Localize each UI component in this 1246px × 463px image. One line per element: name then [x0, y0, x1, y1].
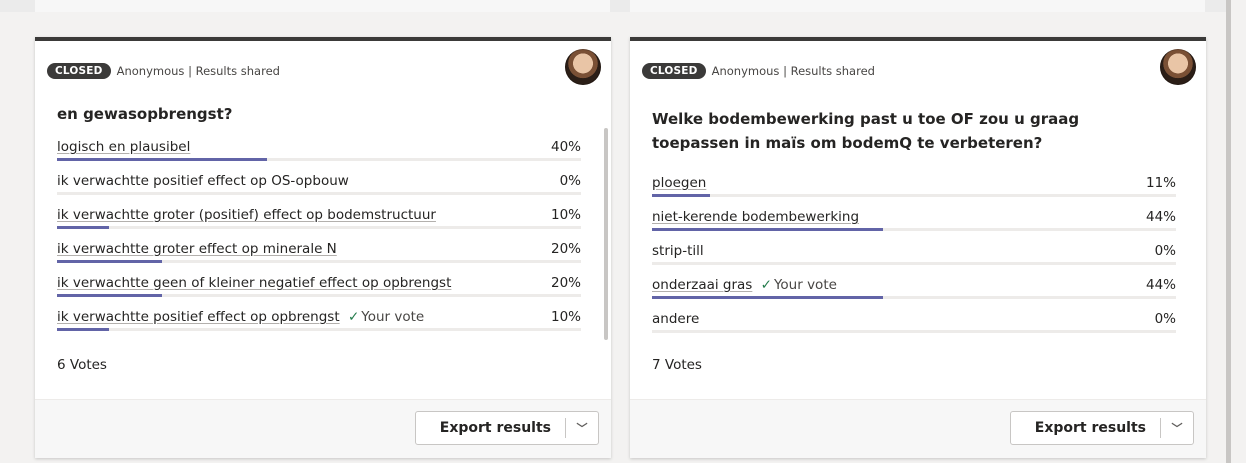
- avatar[interactable]: [1160, 49, 1196, 85]
- checkmark-icon: ✓: [347, 309, 360, 325]
- poll-option: ik verwachtte groter (positief) effect o…: [57, 200, 581, 234]
- option-percentage: 20%: [550, 241, 581, 257]
- option-percentage: 20%: [550, 275, 581, 291]
- poll-option: strip-till 0%: [652, 236, 1176, 270]
- your-vote-label: Your vote: [773, 277, 837, 293]
- result-bar: [57, 226, 581, 229]
- option-percentage: 0%: [559, 173, 581, 189]
- avatar[interactable]: [565, 49, 601, 85]
- result-bar: [57, 328, 581, 331]
- option-percentage: 0%: [1154, 311, 1176, 327]
- result-bar-fill: [57, 158, 267, 161]
- poll-question: Welke bodembewerking past u toe OF zou u…: [652, 110, 1080, 152]
- poll-meta: Anonymous | Results shared: [116, 64, 280, 78]
- options-scrollbar[interactable]: [604, 128, 608, 340]
- poll-option: ik verwachtte positief effect op OS-opbo…: [57, 166, 581, 200]
- export-results-label[interactable]: Export results: [1011, 420, 1160, 436]
- vote-count: 7 Votes: [652, 357, 702, 373]
- result-bar-fill: [57, 226, 110, 229]
- poll-options: ploegen 11% niet-kerende bodembewerking …: [652, 168, 1176, 338]
- option-percentage: 44%: [1145, 277, 1176, 293]
- result-bar: [57, 158, 581, 161]
- result-bar: [652, 194, 1176, 197]
- chevron-down-icon[interactable]: ﹀: [1161, 420, 1193, 436]
- export-results-label[interactable]: Export results: [416, 420, 565, 436]
- option-label: ik verwachtte positief effect op OS-opbo…: [57, 173, 349, 189]
- option-label-wrap: ik verwachtte positief effect op opbreng…: [57, 309, 424, 325]
- previous-card-bottom: [630, 0, 1205, 12]
- poll-card: CLOSED Anonymous | Results shared en gew…: [35, 37, 611, 458]
- vote-count: 6 Votes: [57, 357, 107, 373]
- option-label: andere: [652, 311, 700, 327]
- status-badge: CLOSED: [642, 63, 706, 79]
- option-label[interactable]: logisch en plausibel: [57, 139, 190, 155]
- option-label[interactable]: ik verwachtte groter (positief) effect o…: [57, 207, 436, 223]
- result-bar: [57, 192, 581, 195]
- your-vote-label: Your vote: [361, 309, 425, 325]
- poll-option-voted: ik verwachtte positief effect op opbreng…: [57, 302, 581, 336]
- chevron-down-icon[interactable]: ﹀: [566, 420, 598, 436]
- poll-card: CLOSED Anonymous | Results shared Welke …: [630, 37, 1206, 458]
- status-badge: CLOSED: [47, 63, 111, 79]
- result-bar: [652, 228, 1176, 231]
- poll-question: en gewasopbrengst?: [57, 105, 233, 123]
- option-percentage: 10%: [550, 309, 581, 325]
- export-results-button[interactable]: Export results ﹀: [414, 411, 599, 445]
- result-bar: [652, 262, 1176, 265]
- export-results-button[interactable]: Export results ﹀: [1009, 411, 1194, 445]
- option-label[interactable]: ik verwachtte groter effect op minerale …: [57, 241, 337, 257]
- poll-option: ploegen 11%: [652, 168, 1176, 202]
- page-scrollbar[interactable]: [1226, 0, 1231, 463]
- result-bar-fill: [57, 328, 110, 331]
- option-label[interactable]: ploegen: [652, 175, 706, 191]
- result-bar: [652, 296, 1176, 299]
- option-percentage: 44%: [1145, 209, 1176, 225]
- card-footer: Export results ﹀: [630, 399, 1206, 458]
- result-bar: [57, 294, 581, 297]
- option-percentage: 10%: [550, 207, 581, 223]
- poll-options: logisch en plausibel 40% ik verwachtte p…: [57, 132, 581, 336]
- result-bar-fill: [652, 228, 883, 231]
- option-percentage: 0%: [1154, 243, 1176, 259]
- result-bar-fill: [57, 260, 162, 263]
- poll-header: CLOSED Anonymous | Results shared: [47, 61, 280, 81]
- result-bar-fill: [652, 296, 883, 299]
- option-label[interactable]: onderzaai gras: [652, 277, 752, 293]
- poll-meta: Anonymous | Results shared: [711, 64, 875, 78]
- previous-card-bottom: [35, 0, 610, 12]
- poll-option: ik verwachtte groter effect op minerale …: [57, 234, 581, 268]
- option-percentage: 40%: [550, 139, 581, 155]
- checkmark-icon: ✓: [760, 277, 772, 293]
- poll-option-voted: onderzaai gras ✓ Your vote 44%: [652, 270, 1176, 304]
- result-bar-fill: [652, 194, 710, 197]
- option-label[interactable]: ik verwachtte geen of kleiner negatief e…: [57, 275, 451, 291]
- option-label: strip-till: [652, 243, 704, 259]
- option-label[interactable]: niet-kerende bodembewerking: [652, 209, 859, 225]
- option-label[interactable]: ik verwachtte positief effect op opbreng…: [57, 309, 340, 325]
- option-label-wrap: onderzaai gras ✓ Your vote: [652, 277, 837, 293]
- result-bar: [652, 330, 1176, 333]
- poll-header: CLOSED Anonymous | Results shared: [642, 61, 875, 81]
- card-footer: Export results ﹀: [35, 399, 611, 458]
- result-bar-fill: [57, 294, 162, 297]
- top-strip: [0, 0, 1228, 12]
- result-bar: [57, 260, 581, 263]
- poll-option: ik verwachtte geen of kleiner negatief e…: [57, 268, 581, 302]
- option-percentage: 11%: [1145, 175, 1176, 191]
- poll-option: andere 0%: [652, 304, 1176, 338]
- poll-option: logisch en plausibel 40%: [57, 132, 581, 166]
- poll-option: niet-kerende bodembewerking 44%: [652, 202, 1176, 236]
